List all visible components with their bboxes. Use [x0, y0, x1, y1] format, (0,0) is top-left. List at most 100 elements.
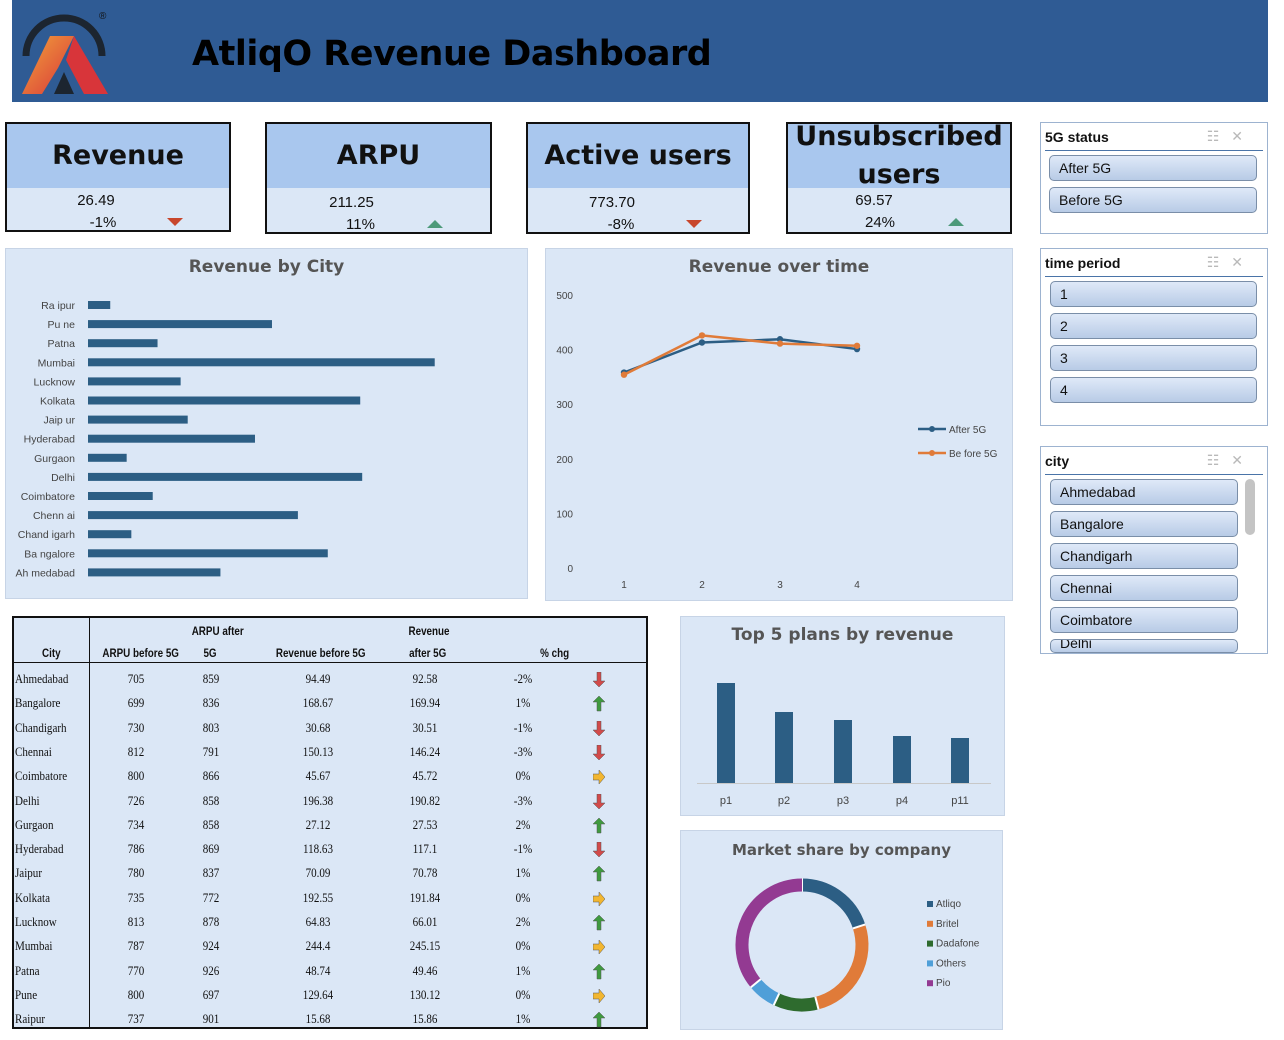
cell-city: Patna: [15, 962, 40, 978]
slicer-multiselect-icon[interactable]: ☷✕: [1207, 452, 1255, 469]
city-tick-label: Hyderabad: [24, 434, 76, 446]
plan-tick-label: p4: [896, 795, 908, 807]
cell-city: Chennai: [15, 743, 52, 759]
slicer-item[interactable]: Delhi: [1050, 639, 1238, 653]
y-tick-label: 500: [556, 291, 573, 302]
city-tick-label: Chand igarh: [18, 529, 75, 541]
slicer-item[interactable]: After 5G: [1049, 155, 1257, 181]
kpi-revenue: Revenue 26.49 -1%: [5, 122, 231, 232]
legend-swatch: [927, 901, 933, 907]
plan-tick-label: p3: [837, 795, 849, 807]
cell-arpu-before: 813: [127, 914, 145, 929]
arrow-shape: [593, 939, 605, 955]
city-bar: [88, 549, 328, 558]
cell-city: Ahmedabad: [15, 671, 69, 686]
donut-slice: [815, 924, 869, 1010]
legend-label: After 5G: [949, 425, 986, 436]
legend-swatch: [927, 940, 933, 947]
arrow-right-icon: [593, 939, 605, 955]
slicer-multiselect-icon[interactable]: ☷✕: [1207, 254, 1255, 271]
slicer-title: city: [1045, 453, 1070, 469]
legend-swatch: [927, 960, 933, 967]
cell-chg: 1%: [515, 1011, 531, 1027]
cell-arpu-before: 780: [127, 865, 145, 881]
cell-arpu-after: 791: [202, 743, 220, 759]
table-row: Chandigarh 730 803 30.68 30.51 -1%: [14, 720, 646, 740]
city-bar: [88, 301, 111, 309]
x-tick-label: 2: [699, 580, 705, 591]
donut-slice: [750, 978, 780, 1006]
header-percent-change: % chg: [540, 646, 570, 660]
arrow-shape: [593, 988, 605, 1004]
city-tick-label: Ba ngalore: [24, 548, 75, 560]
slicer-scrollbar[interactable]: [1245, 479, 1255, 535]
cell-chg: -1%: [513, 841, 533, 857]
city-bar: [88, 339, 158, 348]
legend-label: Others: [936, 958, 966, 969]
legend-label: Atliqo: [936, 899, 961, 910]
header-city: City: [42, 646, 61, 660]
slicer-item[interactable]: 1: [1050, 281, 1257, 307]
donut-slice: [773, 993, 819, 1012]
market-share-panel: Market share by company Atliqo Britel Dada…: [680, 830, 1003, 1030]
atliqo-logo-icon: [14, 10, 110, 98]
slicer-item[interactable]: Before 5G: [1049, 187, 1257, 213]
cell-rev-before: 15.68: [305, 1011, 331, 1027]
header-arpu-after: ARPU after: [191, 624, 244, 638]
cell-rev-after: 191.84: [409, 889, 441, 905]
cell-chg: 2%: [515, 914, 531, 929]
x-tick-label: 1: [621, 580, 627, 591]
registered-mark: ®: [99, 11, 107, 22]
kpi-active-users: Active users 773.70 -8%: [526, 122, 750, 234]
slicer-item[interactable]: 2: [1050, 313, 1257, 339]
table-row: Hyderabad 786 869 118.63 117.1 -1%: [14, 841, 646, 861]
cell-arpu-after: 859: [202, 671, 220, 686]
plan-bar: [717, 683, 735, 783]
arrow-up-icon: [593, 696, 605, 712]
cell-arpu-after: 924: [202, 938, 220, 954]
cell-arpu-before: 699: [127, 695, 145, 711]
y-tick-label: 0: [567, 564, 573, 575]
slicer-item[interactable]: Bangalore: [1050, 511, 1238, 537]
slicer-item[interactable]: Chennai: [1050, 575, 1238, 601]
header-arpu-after-line2: 5G: [203, 646, 217, 660]
series-point: [620, 371, 628, 378]
arrow-up-icon: [593, 817, 605, 834]
city-tick-label: Delhi: [51, 472, 75, 484]
cell-arpu-after: 869: [202, 841, 220, 857]
cell-city: Gurgaon: [15, 816, 54, 832]
arrow-shape: [593, 672, 605, 688]
donut-slice: [801, 878, 866, 929]
header-revenue-before: Revenue before 5G: [275, 646, 366, 660]
city-tick-label: Ra ipur: [41, 300, 75, 312]
table-row: Coimbatore 800 866 45.67 45.72 0%: [14, 768, 646, 788]
slicer-item[interactable]: Coimbatore: [1050, 607, 1238, 633]
city-bar: [88, 377, 181, 386]
kpi-value: 69.57: [855, 192, 893, 209]
kpi-value: 211.25: [329, 194, 374, 211]
slicer-item[interactable]: 4: [1050, 377, 1257, 403]
header-arpu-before: ARPU before 5G: [102, 646, 179, 660]
slicer-title: 5G status: [1045, 129, 1109, 145]
trend-down-icon: [167, 218, 183, 226]
slicer-multiselect-icon[interactable]: ☷✕: [1207, 128, 1255, 145]
slicer-item[interactable]: Ahmedabad: [1050, 479, 1238, 505]
cell-chg: -3%: [513, 792, 533, 808]
plan-bar: [893, 736, 911, 783]
slicer-item[interactable]: 3: [1050, 345, 1257, 371]
cell-chg: 0%: [515, 889, 531, 905]
slicer-item[interactable]: Chandigarh: [1050, 543, 1238, 569]
y-tick-label: 400: [556, 346, 573, 357]
cell-arpu-after: 772: [202, 889, 220, 905]
city-bar: [88, 568, 221, 577]
y-tick-label: 200: [556, 455, 573, 466]
kpi-label: Revenue: [52, 140, 184, 171]
revenue-by-city-panel: Revenue by City Ra ipur Pu ne Patna Mumbai L…: [5, 248, 528, 599]
cell-city: Lucknow: [15, 914, 57, 929]
city-bar: [88, 396, 361, 405]
table-row: Ahmedabad 705 859 94.49 92.58 -2%: [14, 671, 646, 691]
cell-arpu-before: 705: [127, 671, 145, 686]
plan-bar: [775, 712, 793, 783]
city-bar: [88, 320, 272, 329]
arrow-down-icon: [593, 672, 605, 688]
